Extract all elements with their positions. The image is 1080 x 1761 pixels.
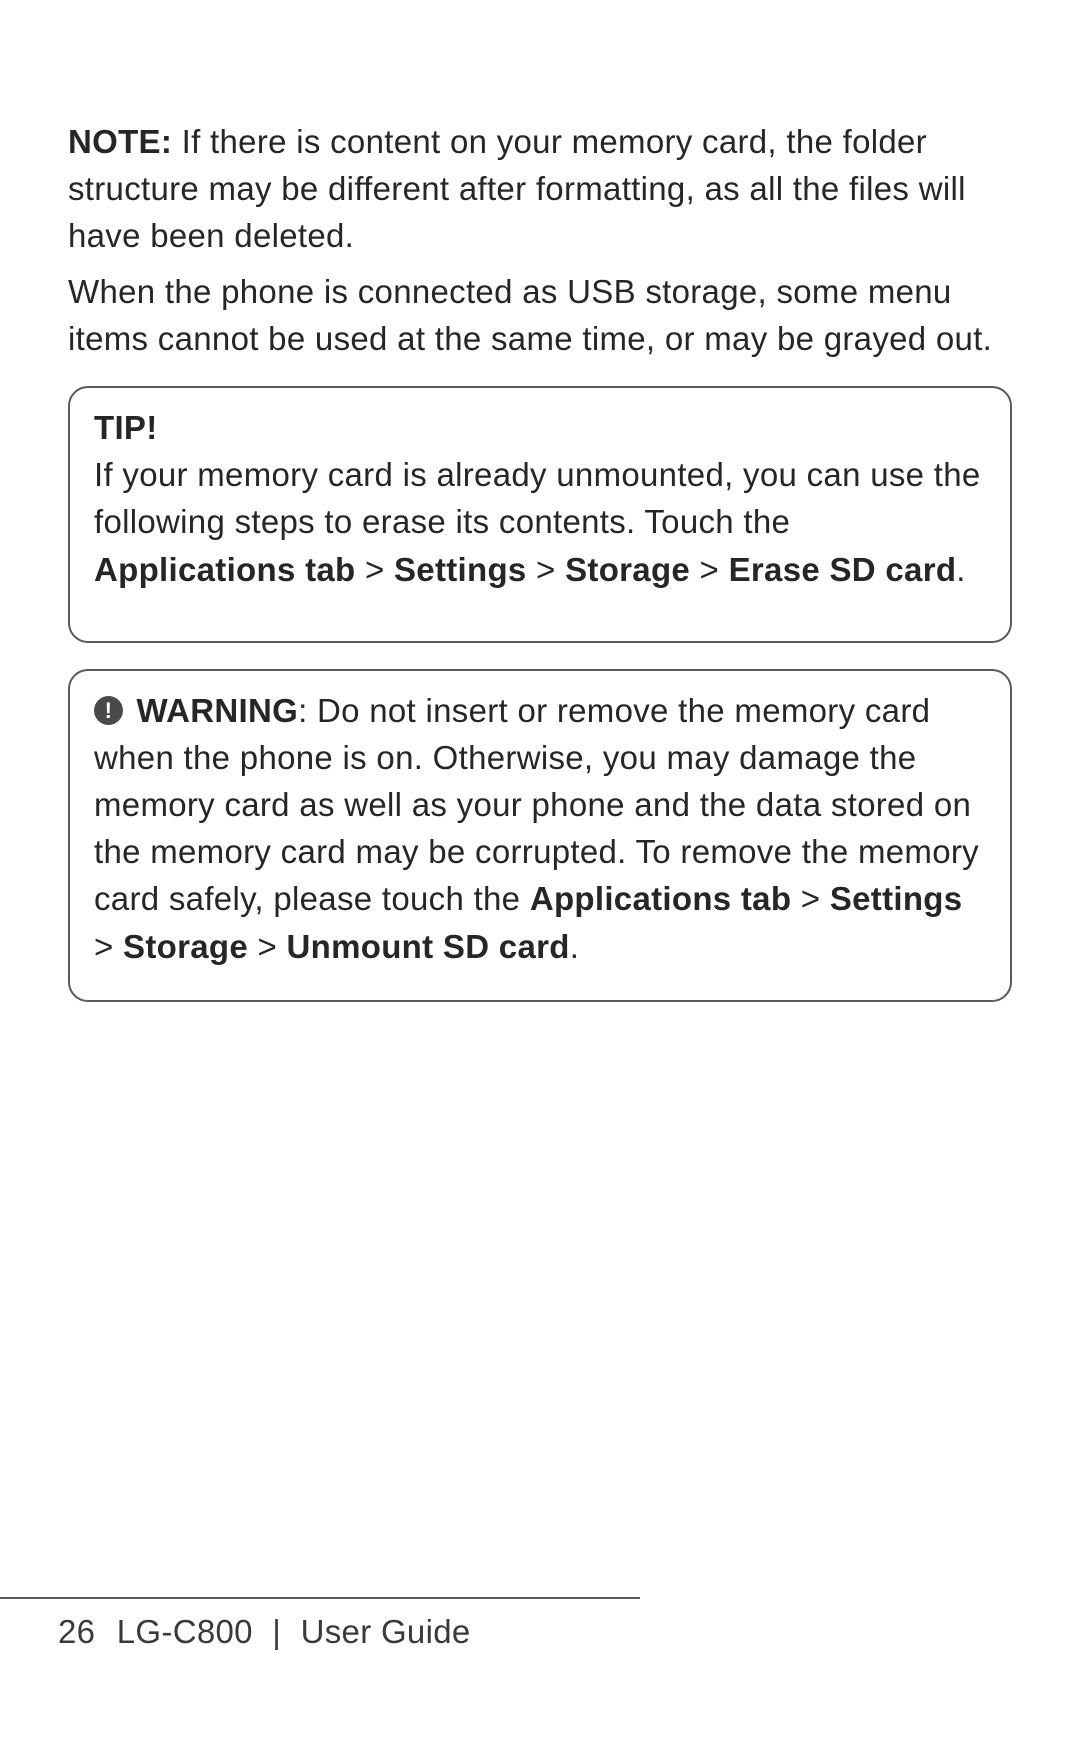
warning-icon: ! — [94, 696, 123, 725]
warning-text: ! WARNING: Do not insert or remove the m… — [94, 687, 986, 970]
note-label: NOTE: — [68, 123, 172, 160]
footer-separator: | — [272, 1613, 281, 1650]
warning-label: WARNING — [136, 692, 298, 729]
footer-model: LG-C800 — [117, 1613, 253, 1650]
warning-sep-1: > — [791, 880, 830, 917]
warning-nav-settings: Settings — [830, 880, 963, 917]
footer-text: 26 LG-C800 | User Guide — [0, 1613, 1080, 1651]
tip-nav-erase: Erase SD card — [729, 551, 957, 588]
tip-nav-storage: Storage — [565, 551, 690, 588]
tip-sep-2: > — [527, 551, 566, 588]
tip-nav-applications: Applications tab — [94, 551, 355, 588]
tip-text-before: If your memory card is already unmounted… — [94, 456, 981, 540]
warning-box: ! WARNING: Do not insert or remove the m… — [68, 669, 1012, 1002]
warning-period: . — [570, 928, 579, 965]
warning-nav-storage: Storage — [123, 928, 248, 965]
warning-sep-2: > — [94, 928, 123, 965]
footer-doc-title: User Guide — [301, 1613, 471, 1650]
tip-sep-1: > — [355, 551, 394, 588]
tip-nav-settings: Settings — [394, 551, 527, 588]
warning-sep-3: > — [248, 928, 287, 965]
footer-divider — [0, 1597, 640, 1599]
warning-nav-unmount: Unmount SD card — [287, 928, 570, 965]
note-paragraph: NOTE: If there is content on your memory… — [68, 118, 1012, 260]
warning-nav-applications: Applications tab — [530, 880, 791, 917]
tip-period: . — [956, 551, 965, 588]
note-text: If there is content on your memory card,… — [68, 123, 966, 254]
page-footer: 26 LG-C800 | User Guide — [0, 1597, 1080, 1651]
page-number: 26 — [58, 1613, 95, 1650]
tip-box: TIP! If your memory card is already unmo… — [68, 386, 1012, 643]
tip-text: If your memory card is already unmounted… — [94, 451, 986, 593]
tip-label: TIP! — [94, 404, 986, 451]
body-paragraph: When the phone is connected as USB stora… — [68, 268, 1012, 362]
tip-sep-3: > — [690, 551, 729, 588]
